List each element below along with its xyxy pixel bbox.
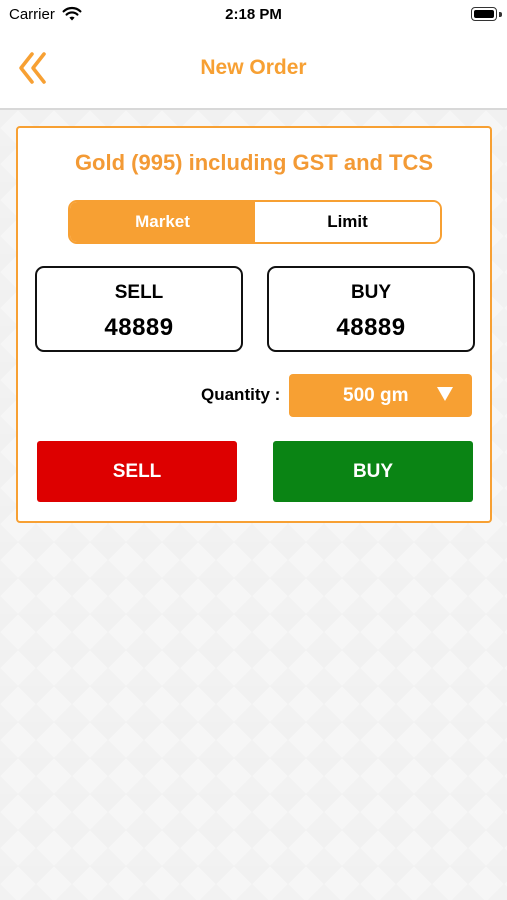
dropdown-arrow-icon: [437, 387, 453, 401]
app-screen: Carrier 2:18 PM New Order Gold (995) inc…: [0, 0, 507, 900]
buy-button[interactable]: BUY: [273, 441, 473, 502]
order-type-toggle: Market Limit: [68, 200, 442, 244]
battery-tip: [499, 12, 502, 17]
page-title: New Order: [200, 56, 307, 79]
buy-price-box: BUY 48889: [267, 266, 475, 352]
quantity-dropdown[interactable]: 500 gm: [289, 374, 472, 417]
battery-icon: [471, 7, 497, 21]
product-title: Gold (995) including GST and TCS: [74, 150, 434, 175]
quantity-label: Quantity :: [201, 385, 281, 404]
sell-price-box: SELL 48889: [35, 266, 243, 352]
tab-market[interactable]: Market: [70, 202, 255, 242]
quantity-value: 500 gm: [343, 385, 409, 406]
tab-limit[interactable]: Limit: [255, 202, 440, 242]
navigation-bar: New Order: [0, 30, 507, 110]
status-bar: Carrier 2:18 PM: [0, 0, 507, 30]
sell-button[interactable]: SELL: [37, 441, 237, 502]
order-card: Gold (995) including GST and TCS Market …: [16, 126, 492, 523]
sell-price-value: 48889: [104, 314, 174, 341]
sell-price-label: SELL: [114, 282, 164, 303]
buy-price-value: 48889: [336, 314, 406, 341]
buy-price-label: BUY: [350, 282, 392, 303]
clock-time: 2:18 PM: [225, 6, 282, 23]
